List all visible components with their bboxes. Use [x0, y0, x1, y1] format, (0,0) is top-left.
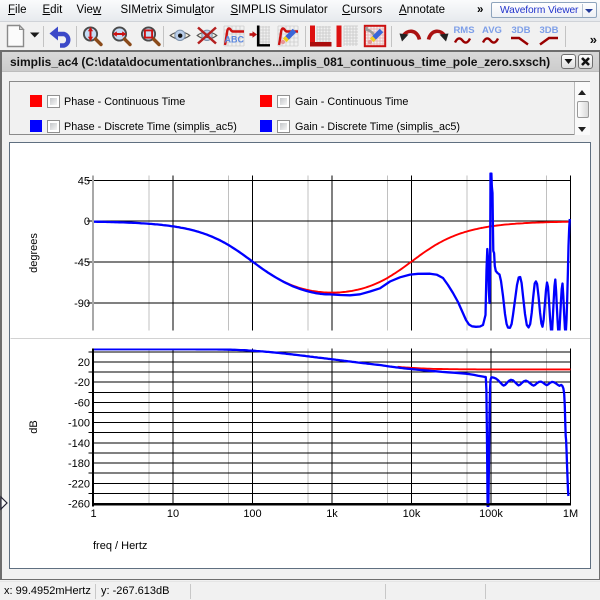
- svg-text:100k: 100k: [479, 508, 503, 520]
- svg-text:-60: -60: [74, 397, 90, 409]
- svg-text:-220: -220: [68, 478, 90, 490]
- svg-text:-90: -90: [74, 298, 90, 310]
- svg-text:45: 45: [78, 175, 90, 187]
- svg-text:-260: -260: [68, 499, 90, 511]
- svg-text:1M: 1M: [563, 508, 578, 520]
- svg-text:0: 0: [84, 216, 90, 228]
- svg-text:10k: 10k: [403, 508, 421, 520]
- svg-text:-180: -180: [68, 458, 90, 470]
- svg-text:freq / Hertz: freq / Hertz: [93, 540, 147, 552]
- svg-text:-100: -100: [68, 418, 90, 430]
- svg-text:-140: -140: [68, 438, 90, 450]
- svg-text:10: 10: [167, 508, 179, 520]
- svg-text:100: 100: [243, 508, 261, 520]
- svg-text:-45: -45: [74, 257, 90, 269]
- svg-text:dB: dB: [28, 420, 40, 433]
- svg-text:20: 20: [78, 357, 90, 369]
- svg-text:1k: 1k: [326, 508, 338, 520]
- svg-text:degrees: degrees: [28, 233, 40, 273]
- svg-text:1: 1: [90, 508, 96, 520]
- svg-text:-20: -20: [74, 377, 90, 389]
